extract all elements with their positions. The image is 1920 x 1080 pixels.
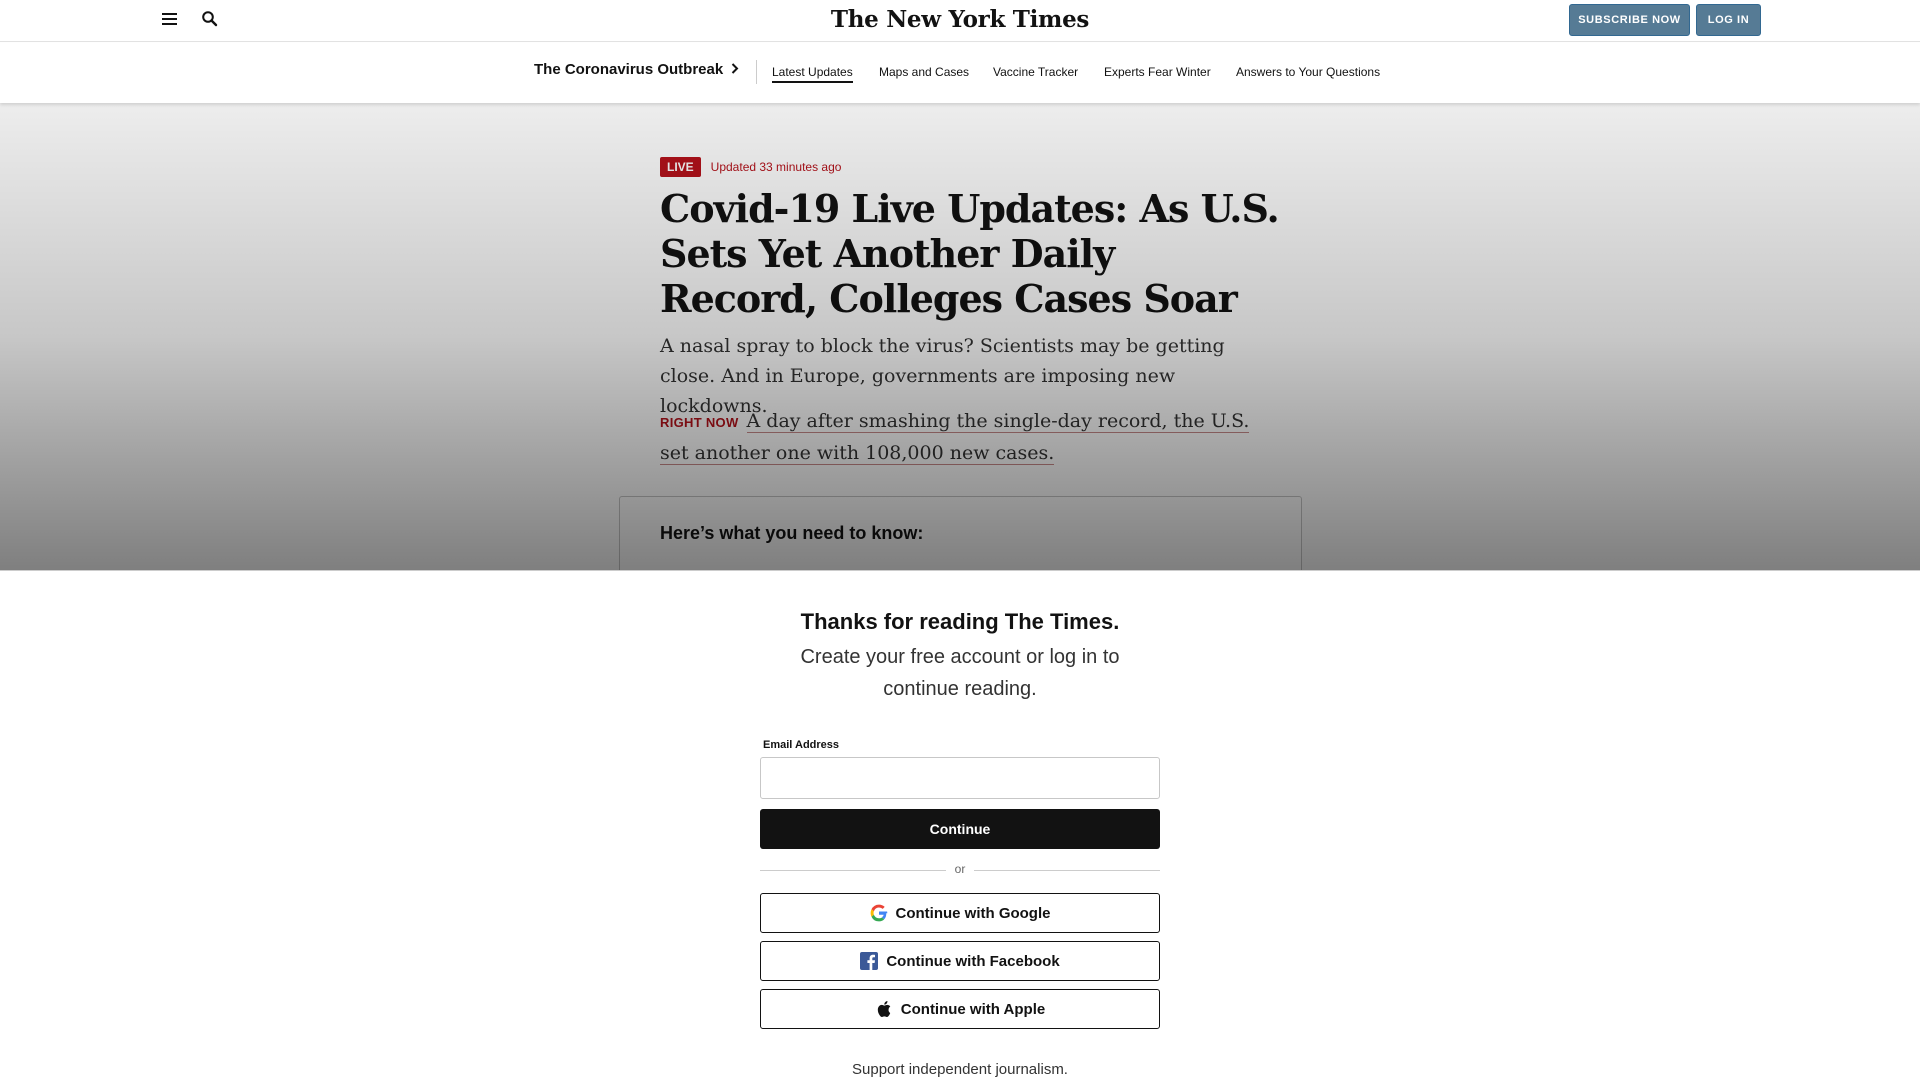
article-headline: Covid-19 Live Updates: As U.S. Sets Yet … (660, 186, 1280, 321)
what-to-know-box: Here’s what you need to know: (619, 496, 1302, 570)
apple-icon (875, 1000, 893, 1018)
right-now-link[interactable]: A day after smashing the single-day reco… (660, 410, 1250, 465)
continue-with-apple-button[interactable]: Continue with Apple (760, 989, 1160, 1029)
google-button-label: Continue with Google (895, 904, 1051, 922)
section-title-link[interactable]: The Coronavirus Outbreak (534, 61, 739, 78)
continue-with-facebook-button[interactable]: Continue with Facebook (760, 941, 1160, 981)
section-nav: The Coronavirus Outbreak Latest Updates … (0, 43, 1920, 103)
support-journalism-text: Support independent journalism. (852, 1061, 1068, 1078)
live-row: LIVE Updated 33 minutes ago (660, 157, 841, 177)
nav-link-vaccine-tracker[interactable]: Vaccine Tracker (993, 65, 1078, 79)
google-icon (870, 904, 888, 922)
subscribe-button[interactable]: SUBSCRIBE NOW (1569, 4, 1690, 36)
section-title: The Coronavirus Outbreak (534, 61, 724, 78)
nyt-logo[interactable]: The New York Times (831, 6, 1089, 33)
nav-link-answers[interactable]: Answers to Your Questions (1236, 65, 1380, 79)
nav-link-latest-updates[interactable]: Latest Updates (772, 65, 853, 83)
email-label: Email Address (763, 739, 840, 751)
what-to-know-title: Here’s what you need to know: (660, 523, 924, 543)
or-text: or (954, 862, 966, 876)
chevron-right-icon (731, 61, 739, 78)
or-line-right (974, 870, 1160, 871)
right-now-tag: RIGHT NOW (660, 415, 739, 430)
continue-button[interactable]: Continue (760, 809, 1160, 849)
email-field[interactable] (760, 757, 1160, 799)
article-preview: LIVE Updated 33 minutes ago Covid-19 Liv… (0, 103, 1920, 570)
updated-timestamp: Updated 33 minutes ago (710, 160, 842, 174)
menu-icon[interactable] (159, 10, 181, 32)
facebook-button-label: Continue with Facebook (886, 952, 1060, 970)
or-divider: or (760, 862, 1160, 878)
search-icon[interactable] (201, 10, 223, 32)
top-header: The New York Times SUBSCRIBE NOW LOG IN (0, 0, 1920, 42)
login-button[interactable]: LOG IN (1696, 4, 1761, 36)
nav-link-maps-and-cases[interactable]: Maps and Cases (879, 65, 969, 79)
paywall-title: Thanks for reading The Times. (800, 609, 1120, 634)
right-now-item: RIGHT NOW A day after smashing the single… (660, 406, 1260, 468)
continue-with-google-button[interactable]: Continue with Google (760, 893, 1160, 933)
apple-button-label: Continue with Apple (900, 1000, 1046, 1018)
nav-divider (756, 60, 757, 84)
paywall-subtitle: Create your free account or log in to co… (800, 646, 1120, 700)
paywall-panel: Thanks for reading The Times. Create you… (0, 570, 1920, 1080)
facebook-icon (860, 952, 879, 970)
nav-link-experts-fear-winter[interactable]: Experts Fear Winter (1104, 65, 1211, 79)
live-badge: LIVE (660, 157, 701, 177)
